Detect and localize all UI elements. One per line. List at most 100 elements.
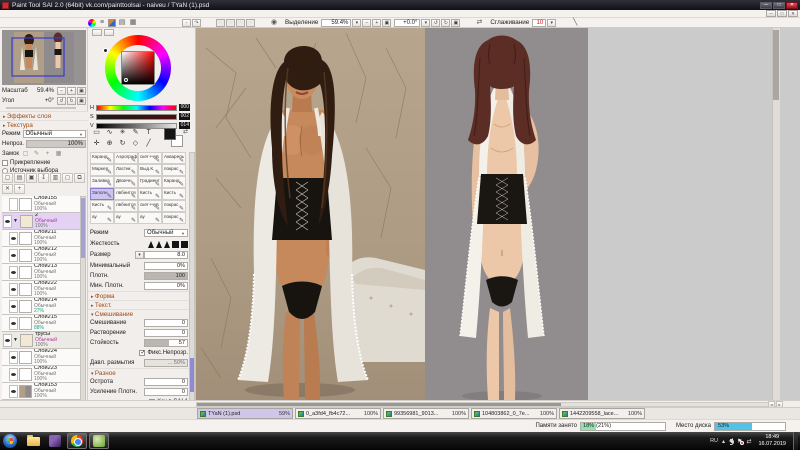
language-indicator[interactable]: RU (710, 438, 718, 444)
layer-visibility-toggle[interactable] (9, 266, 18, 279)
close-button[interactable]: ✕ (786, 2, 798, 9)
move-tool-icon[interactable]: ✛ (90, 138, 103, 149)
brush-cell[interactable]: Двоичн. (114, 176, 138, 188)
blending-section[interactable]: Смешивание (88, 309, 190, 318)
layer-visibility-toggle[interactable] (9, 249, 18, 262)
layer-row[interactable]: ▼ Слой222 Обычный 100% (2, 281, 81, 298)
selection-eye-icon[interactable]: ◉ (269, 18, 279, 27)
misc-section[interactable]: Разное (88, 368, 190, 377)
wheel-tab[interactable] (92, 29, 102, 36)
taskbar-explorer[interactable] (23, 433, 43, 449)
brush-cell[interactable]: скет+чув (138, 200, 162, 212)
brush-cell[interactable]: покрас (162, 164, 186, 176)
layer-row[interactable]: ▼ 2 Обычный 100% (2, 213, 81, 230)
merge-down-button[interactable]: ▥ (50, 173, 61, 183)
brush-cell[interactable]: ау (90, 212, 114, 224)
color-wheel-toggle-icon[interactable] (88, 19, 96, 27)
slider-tab[interactable] (104, 29, 114, 36)
brush-panel-scroll-thumb[interactable] (190, 358, 194, 392)
layer-row[interactable]: ▼ трусы Обычный 100% (2, 332, 81, 349)
brush-cell[interactable]: лвбнится (114, 188, 138, 200)
color-mixer-icon[interactable] (108, 19, 116, 27)
transfer-down-button[interactable]: ↧ (38, 173, 49, 183)
brush-cell[interactable]: скет+чув (138, 152, 162, 164)
rotate-ccw-button[interactable]: ↺ (431, 19, 440, 27)
hardness-icons[interactable] (148, 241, 188, 248)
layer-visibility-toggle[interactable] (9, 385, 18, 398)
brush-cell[interactable]: Кисть (138, 188, 162, 200)
layer-opacity-slider[interactable]: 100% (26, 140, 86, 148)
saturation-slider[interactable] (96, 114, 177, 120)
zoom-dropdown-button[interactable]: ▾ (352, 19, 361, 27)
volume-icon[interactable] (729, 438, 733, 444)
density-boost-slider[interactable]: 0 (144, 388, 188, 396)
action-center-flag-icon[interactable]: ⚑ (737, 438, 742, 445)
doc-restore-button[interactable]: □ (777, 10, 787, 17)
swatch-panel-icon[interactable]: ▤ (117, 18, 127, 27)
layer-row[interactable]: ▼ Слой212 Обычный 100% (2, 247, 81, 264)
brush-cell[interactable]: лвбнится (114, 200, 138, 212)
layer-row[interactable]: ▼ Слой215 Обычный 88% (2, 315, 81, 332)
brush-cell[interactable]: ау (114, 212, 138, 224)
start-button[interactable] (3, 434, 17, 448)
layer-visibility-toggle[interactable] (9, 300, 18, 313)
eyedropper-tool-icon[interactable]: ╱ (142, 138, 155, 149)
zoom-out-button[interactable]: − (362, 19, 371, 27)
deselect-button[interactable]: ▫ (216, 19, 225, 27)
texture-section[interactable]: Текстура (0, 120, 88, 129)
redo-button[interactable]: ↷ (192, 19, 201, 27)
zoom-tool-icon[interactable]: ⊕ (103, 138, 116, 149)
new-layer-button[interactable]: ▢ (2, 173, 13, 183)
new-folder-button[interactable]: ▤ (14, 173, 25, 183)
size-unit-button[interactable]: ▾ (135, 251, 144, 259)
layer-visibility-toggle[interactable] (9, 232, 18, 245)
layer-row[interactable]: ▼ Слой153 Обычный 100% (2, 383, 81, 400)
blending-slider[interactable]: 0 (144, 319, 188, 327)
smoothing-value-box[interactable]: 10 (532, 19, 546, 27)
brush-cell[interactable]: Выд.К. (138, 164, 162, 176)
brush-cell[interactable]: Заполн. (90, 188, 114, 200)
nav-rotate-cw-button[interactable]: ↻ (67, 97, 76, 105)
layer-visibility-toggle[interactable] (9, 283, 18, 296)
document-tab[interactable]: 104803862_0_7e... 100% (471, 408, 557, 419)
brush-cell[interactable]: Акварель (162, 152, 186, 164)
undo-button[interactable]: ◦ (182, 19, 191, 27)
doc-minimize-button[interactable]: ─ (766, 10, 776, 17)
network-icon[interactable]: ⇄ (746, 438, 751, 445)
show-desktop-button[interactable] (793, 432, 798, 450)
magic-wand-tool-icon[interactable]: ✳ (116, 127, 129, 138)
brush-cell[interactable]: Кисть (162, 188, 186, 200)
brush-cell[interactable]: Аэрограф (114, 152, 138, 164)
lock-transparency-icon[interactable]: ▢ (21, 150, 30, 158)
taskbar-app[interactable] (45, 433, 65, 449)
layer-row[interactable]: ▼ Слой223 Обычный 100% (2, 366, 81, 383)
invert-selection-button[interactable]: ▫ (226, 19, 235, 27)
raise-layer-button[interactable]: + (14, 184, 25, 194)
layer-row[interactable]: ▼ Слой155 Обычный 100% (2, 196, 81, 213)
texture-brush-section[interactable]: Текст. (88, 300, 190, 309)
document-tab[interactable]: TYaN (1).psd 59% (197, 408, 293, 419)
canvas-workspace[interactable] (588, 28, 800, 400)
brush-cell[interactable]: Градиент (138, 176, 162, 188)
layer-mode-select[interactable]: Обычный▼ (23, 130, 87, 138)
maximize-button[interactable]: □ (773, 2, 785, 9)
rotate-cw-button[interactable]: ↻ (441, 19, 450, 27)
persistence-slider[interactable]: 57 (144, 339, 188, 347)
zoom-value-box[interactable]: 59.4% (321, 19, 351, 27)
nav-zoom-in-button[interactable]: + (67, 87, 76, 95)
text-tool-icon[interactable]: T (142, 127, 155, 138)
tray-expand-icon[interactable]: ▴ (722, 438, 725, 445)
brush-cell[interactable]: Маркер (90, 164, 114, 176)
layer-row[interactable]: ▼ Слой213 Обычный 100% (2, 264, 81, 281)
clear-layer-button[interactable]: ◻ (62, 173, 73, 183)
rect-select-tool-icon[interactable]: ▭ (90, 127, 103, 138)
zoom-in-button[interactable]: + (372, 19, 381, 27)
size-slider[interactable]: 8.0 (144, 251, 188, 259)
nav-angle-reset-button[interactable]: ▣ (77, 97, 86, 105)
nav-zoom-reset-button[interactable]: ▣ (77, 87, 86, 95)
layer-visibility-toggle[interactable] (9, 351, 18, 364)
hue-slider[interactable] (96, 105, 177, 111)
lock-all-icon[interactable]: ▦ (54, 150, 63, 158)
minimize-button[interactable]: ─ (760, 2, 772, 9)
brush-cell[interactable]: Кисть (90, 200, 114, 212)
